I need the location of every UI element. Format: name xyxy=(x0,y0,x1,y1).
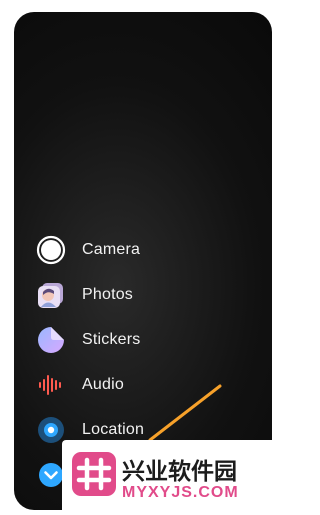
photos-icon xyxy=(36,280,66,310)
watermark: 兴业软件园 MYXYJS.COM xyxy=(62,440,277,515)
menu-item-label: Stickers xyxy=(82,330,141,348)
watermark-logo-icon xyxy=(72,452,116,496)
watermark-url: MYXYJS.COM xyxy=(122,484,239,501)
menu-item-stickers[interactable]: Stickers xyxy=(36,317,256,362)
menu-item-audio[interactable]: Audio xyxy=(36,362,256,407)
menu-item-camera[interactable]: Camera xyxy=(36,227,256,272)
menu-item-label: Photos xyxy=(82,285,134,303)
camera-shutter-icon xyxy=(36,235,66,265)
attachment-menu-panel: Camera Photos Stickers Audio Location xyxy=(14,12,272,510)
menu-item-label: Audio xyxy=(82,375,124,393)
stickers-icon xyxy=(36,325,66,355)
watermark-title: 兴业软件园 xyxy=(122,459,237,485)
menu-item-label: Camera xyxy=(82,240,141,258)
location-icon xyxy=(36,415,66,445)
audio-waveform-icon xyxy=(36,370,66,400)
menu-item-photos[interactable]: Photos xyxy=(36,272,256,317)
menu-item-label: Location xyxy=(82,420,145,438)
